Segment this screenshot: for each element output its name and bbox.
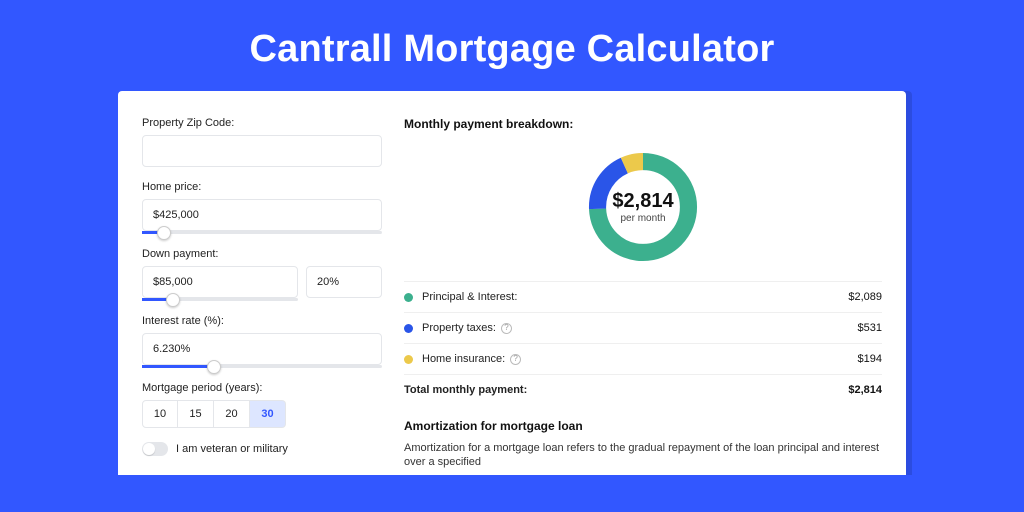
price-input[interactable] xyxy=(142,199,382,231)
rate-input[interactable] xyxy=(142,333,382,365)
down-slider[interactable] xyxy=(142,298,298,301)
legend-label: Principal & Interest: xyxy=(422,291,848,303)
legend-row-1: Property taxes:?$531 xyxy=(404,312,882,343)
price-field: Home price: xyxy=(142,181,382,234)
legend-row-2: Home insurance:?$194 xyxy=(404,343,882,374)
period-option-20[interactable]: 20 xyxy=(214,400,250,428)
rate-slider-fill xyxy=(142,365,214,368)
legend-dot xyxy=(404,293,413,302)
down-amount-input[interactable] xyxy=(142,266,298,298)
period-option-10[interactable]: 10 xyxy=(142,400,178,428)
legend-value: $531 xyxy=(858,322,882,334)
down-label: Down payment: xyxy=(142,248,382,260)
veteran-toggle[interactable] xyxy=(142,442,168,456)
donut-center: $2,814 per month xyxy=(583,147,703,267)
breakdown-title: Monthly payment breakdown: xyxy=(404,117,882,131)
period-label: Mortgage period (years): xyxy=(142,382,382,394)
form-column: Property Zip Code: Home price: Down paym… xyxy=(142,117,382,475)
zip-input[interactable] xyxy=(142,135,382,167)
results-column: Monthly payment breakdown: $2,814 per mo… xyxy=(404,117,882,475)
rate-label: Interest rate (%): xyxy=(142,315,382,327)
rate-field: Interest rate (%): xyxy=(142,315,382,368)
down-percent-input[interactable] xyxy=(306,266,382,298)
period-option-15[interactable]: 15 xyxy=(178,400,214,428)
period-field: Mortgage period (years): 10152030 xyxy=(142,382,382,428)
legend-dot xyxy=(404,355,413,364)
amortization-body: Amortization for a mortgage loan refers … xyxy=(404,441,882,470)
legend-label: Property taxes:? xyxy=(422,322,858,334)
amortization-title: Amortization for mortgage loan xyxy=(404,419,882,433)
donut-chart: $2,814 per month xyxy=(404,141,882,281)
legend-total-label: Total monthly payment: xyxy=(404,384,848,396)
page-title: Cantrall Mortgage Calculator xyxy=(0,0,1024,91)
price-label: Home price: xyxy=(142,181,382,193)
price-slider-knob[interactable] xyxy=(157,226,171,240)
price-slider[interactable] xyxy=(142,231,382,234)
zip-field: Property Zip Code: xyxy=(142,117,382,167)
legend-row-0: Principal & Interest:$2,089 xyxy=(404,281,882,312)
rate-slider[interactable] xyxy=(142,365,382,368)
amortization-section: Amortization for mortgage loan Amortizat… xyxy=(404,419,882,470)
rate-slider-knob[interactable] xyxy=(207,360,221,374)
legend-value: $194 xyxy=(858,353,882,365)
calculator-card: Property Zip Code: Home price: Down paym… xyxy=(118,91,906,475)
down-slider-knob[interactable] xyxy=(166,293,180,307)
zip-label: Property Zip Code: xyxy=(142,117,382,129)
donut-sub: per month xyxy=(620,213,665,224)
down-field: Down payment: xyxy=(142,248,382,301)
legend: Principal & Interest:$2,089Property taxe… xyxy=(404,281,882,405)
legend-dot xyxy=(404,324,413,333)
donut-value: $2,814 xyxy=(612,190,673,213)
period-option-30[interactable]: 30 xyxy=(250,400,286,428)
veteran-label: I am veteran or military xyxy=(176,443,288,455)
period-group: 10152030 xyxy=(142,400,382,428)
legend-total-value: $2,814 xyxy=(848,384,882,396)
help-icon[interactable]: ? xyxy=(510,354,521,365)
legend-value: $2,089 xyxy=(848,291,882,303)
help-icon[interactable]: ? xyxy=(501,323,512,334)
legend-label: Home insurance:? xyxy=(422,353,858,365)
veteran-field: I am veteran or military xyxy=(142,442,382,456)
legend-total-row: Total monthly payment:$2,814 xyxy=(404,374,882,405)
